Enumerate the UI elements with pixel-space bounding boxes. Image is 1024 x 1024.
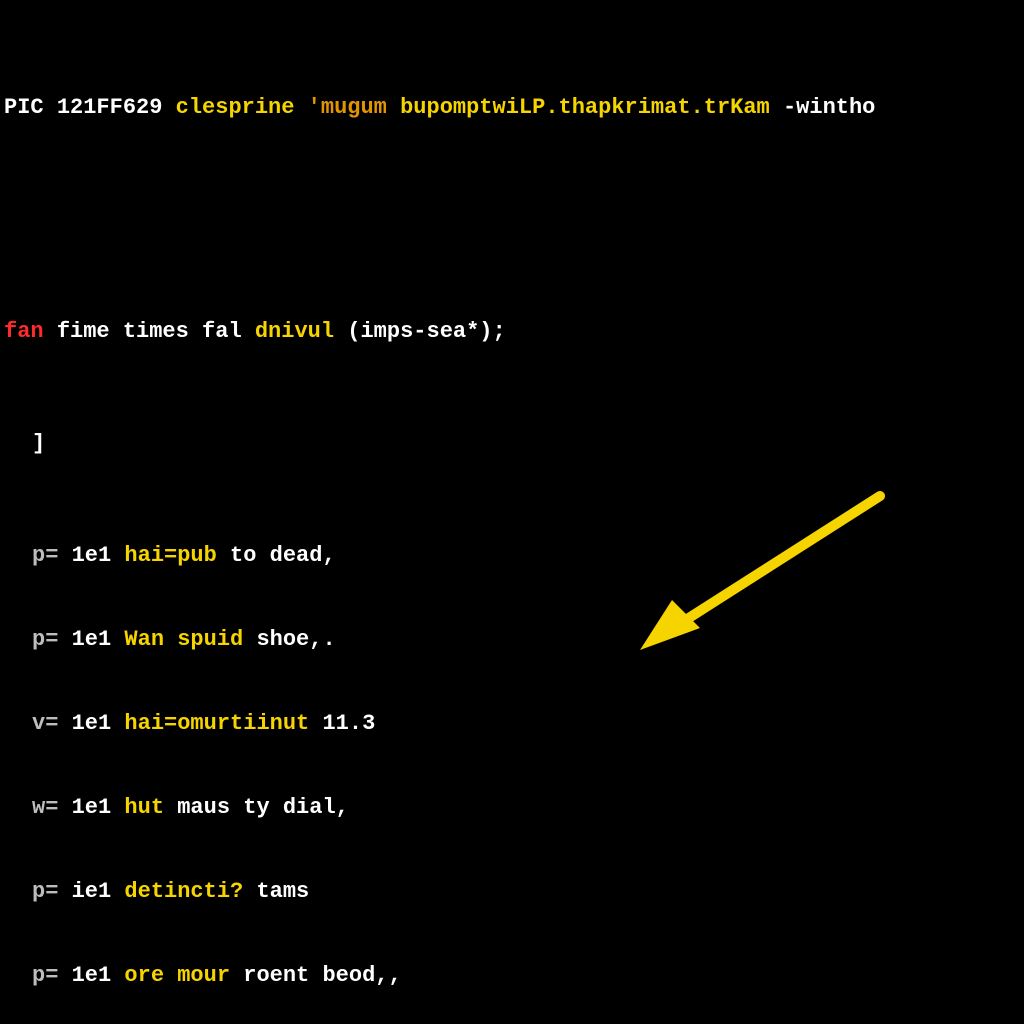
header-w1: clesprine <box>176 95 295 120</box>
fn-c: fal <box>202 319 242 344</box>
header-w4: -wintho <box>783 95 875 120</box>
fn-decl: fan fime times fal dnivul (imps-sea*); <box>4 318 1024 346</box>
fn-d: dnivul <box>255 319 334 344</box>
header-w3: bupomptwiLP.thapkrimat.trKam <box>400 95 770 120</box>
b1-line-0: p= 1e1 hai=pub to dead, <box>4 542 1024 570</box>
terminal-screen: PIC 121FF629 clesprine 'mugum bupomptwiL… <box>0 0 1024 1024</box>
b1-line-1: p= 1e1 Wan spuid shoe,. <box>4 626 1024 654</box>
header-pic: PIC <box>4 95 44 120</box>
header-line: PIC 121FF629 clesprine 'mugum bupomptwiL… <box>4 94 1024 122</box>
open-bracket: ] <box>4 430 1024 458</box>
kw-fan: fan <box>4 319 44 344</box>
header-hash: 121FF629 <box>57 95 163 120</box>
fn-a: fime <box>57 319 110 344</box>
b1-line-5: p= 1e1 ore mour roent beod,, <box>4 962 1024 990</box>
b1-line-3: w= 1e1 hut maus ty dial, <box>4 794 1024 822</box>
blank-line <box>4 206 1024 234</box>
fn-e: (imps-sea*); <box>347 319 505 344</box>
fn-b: times <box>123 319 189 344</box>
header-w2: 'mugum <box>308 95 387 120</box>
b1-line-2: v= 1e1 hai=omurtiinut 11.3 <box>4 710 1024 738</box>
b1-line-4: p= ie1 detincti? tams <box>4 878 1024 906</box>
